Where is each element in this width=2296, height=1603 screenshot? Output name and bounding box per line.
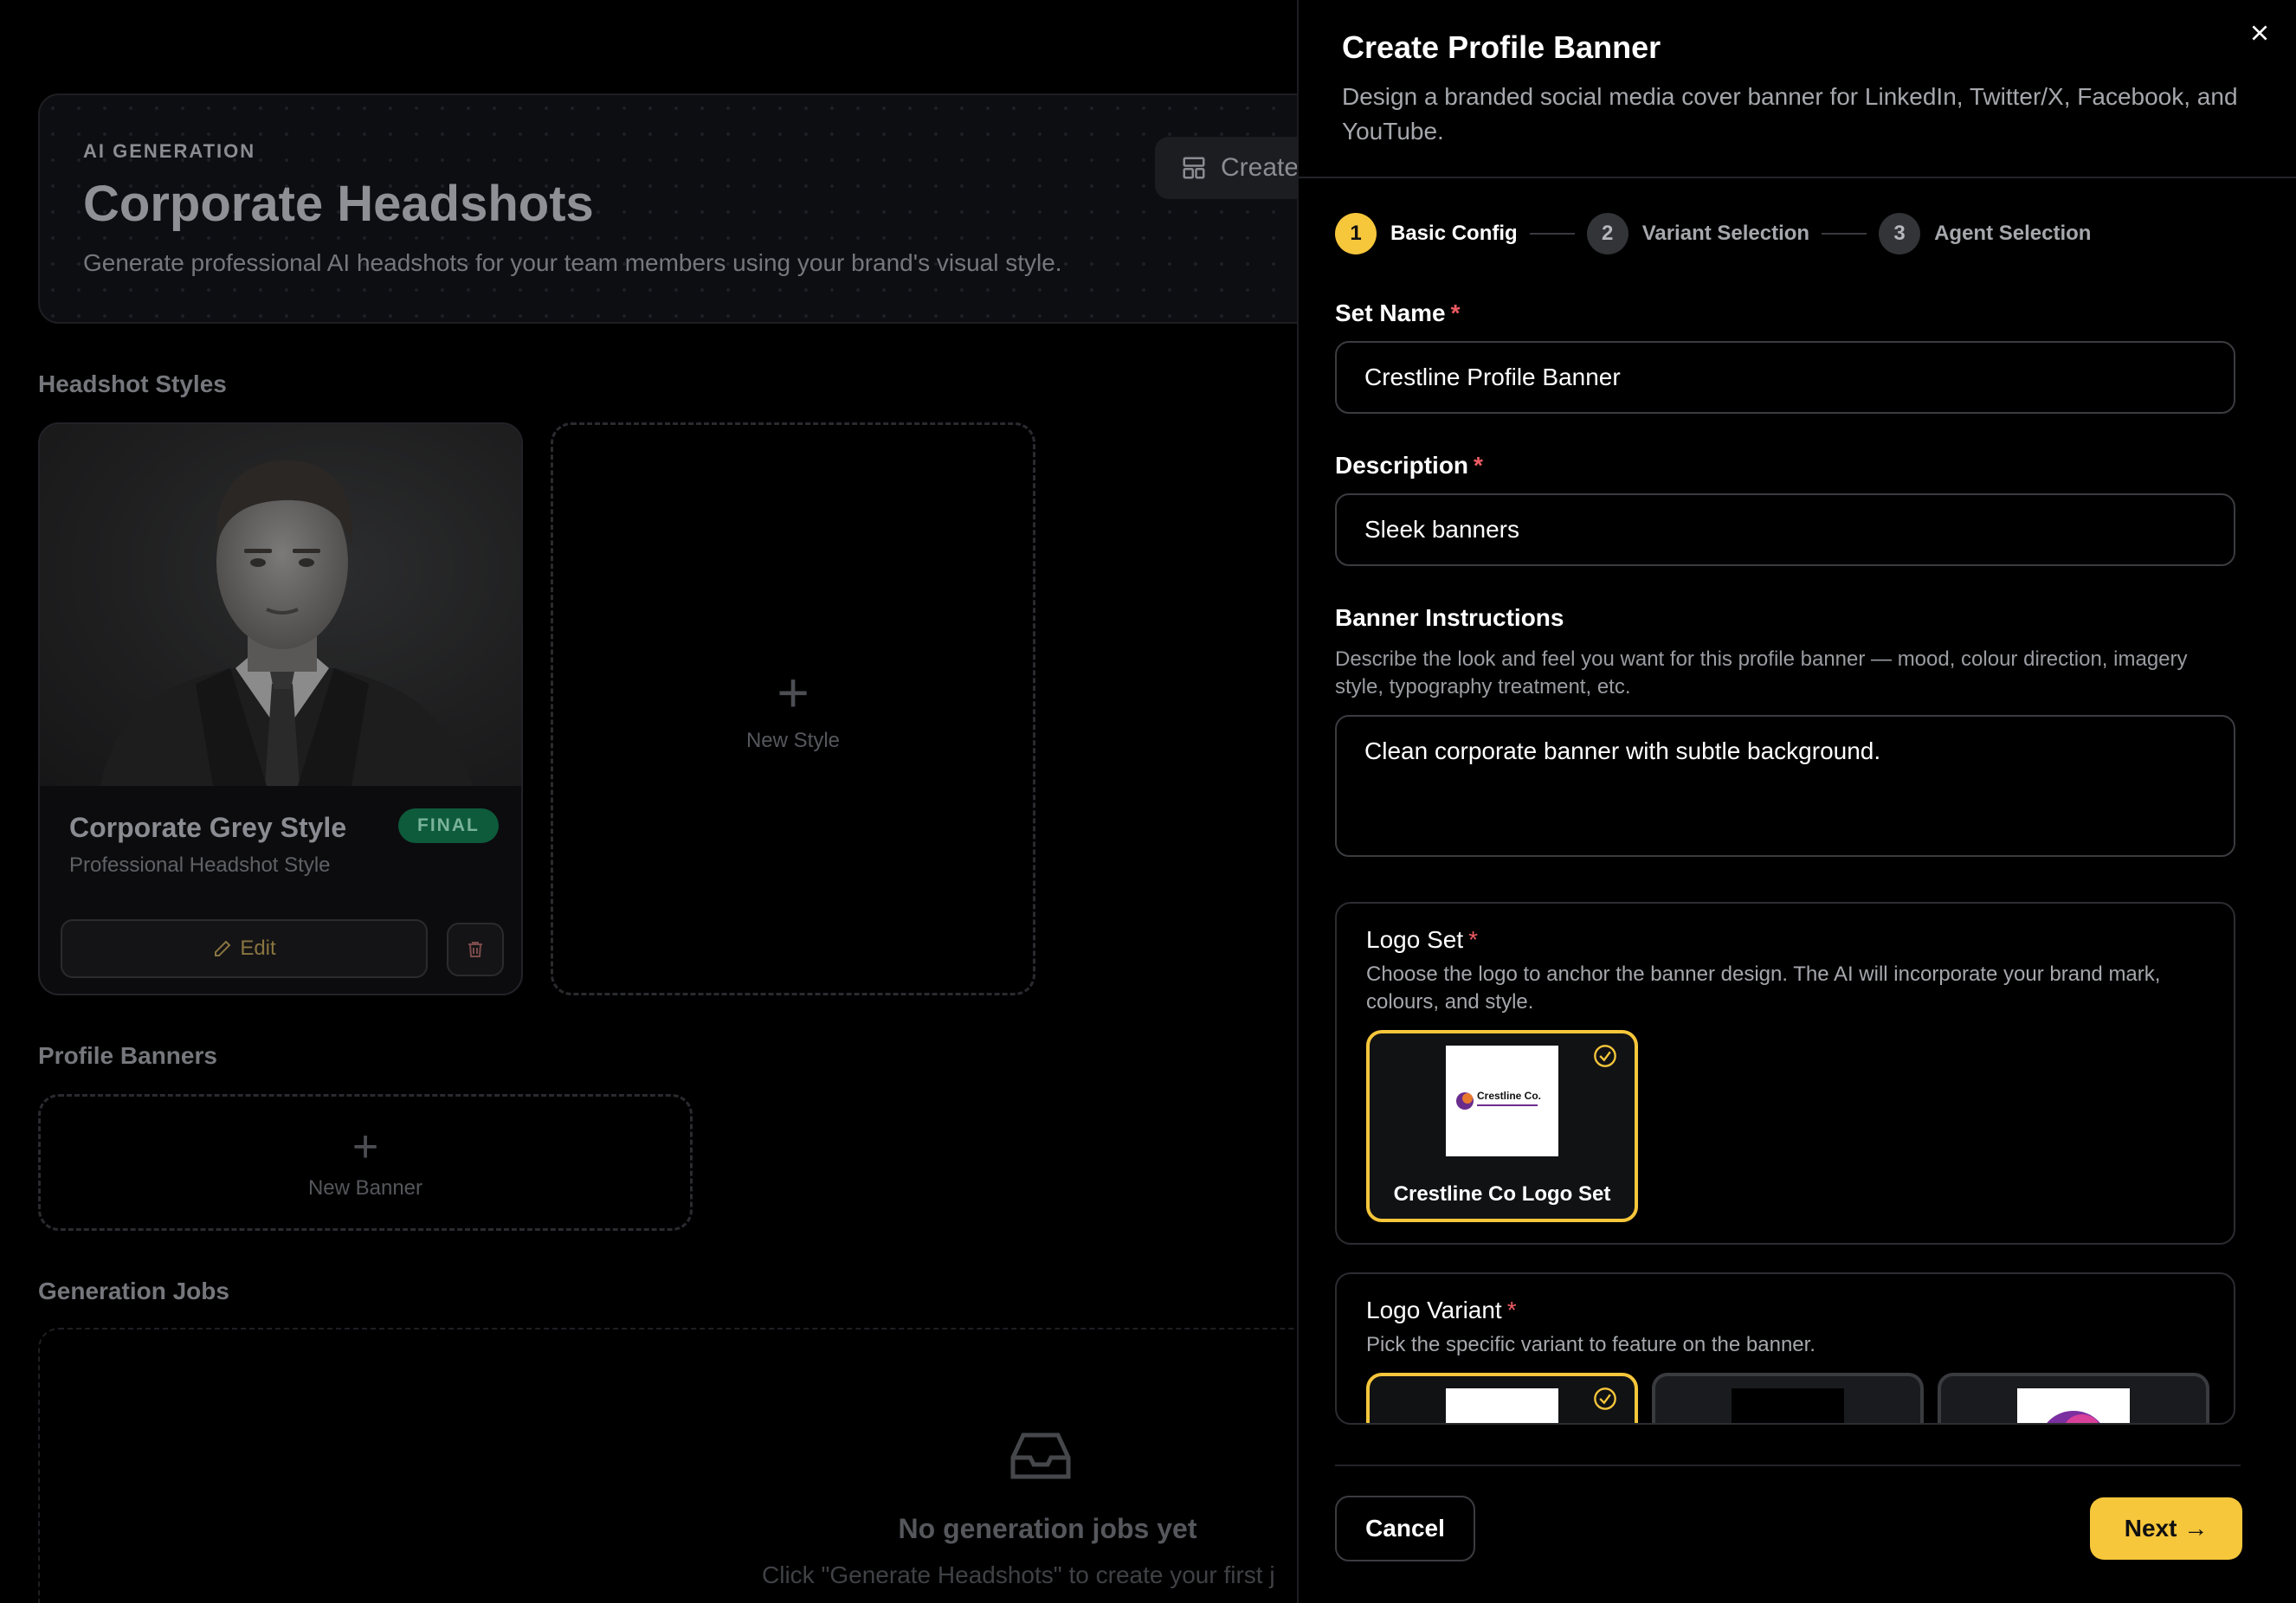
- page-title: Corporate Headshots: [83, 176, 594, 232]
- headshot-style-card[interactable]: Corporate Grey Style Professional Headsh…: [38, 422, 523, 995]
- step-number: 3: [1879, 213, 1921, 254]
- logo-set-help: Choose the logo to anchor the banner des…: [1366, 962, 2161, 1014]
- next-button[interactable]: Next →: [2090, 1497, 2242, 1560]
- logo-variant-option[interactable]: [1366, 1373, 1638, 1423]
- layout-icon: [1183, 157, 1205, 179]
- plus-icon: +: [351, 1122, 379, 1172]
- crestline-logo: Crestline Co.: [1456, 1090, 1541, 1110]
- logo-variant-label-text: Logo Variant: [1366, 1297, 1502, 1323]
- step-agent-selection[interactable]: 3 Agent Selection: [1879, 213, 2091, 254]
- section-title-profile-banners: Profile Banners: [38, 1042, 217, 1069]
- hero-banner: AI GENERATION Corporate Headshots Genera…: [38, 93, 1406, 324]
- headshot-illustration: [100, 460, 473, 786]
- style-name: Corporate Grey Style: [69, 812, 347, 843]
- divider: [1299, 177, 2296, 178]
- description-input[interactable]: [1335, 493, 2235, 566]
- empty-state-subtitle: Click "Generate Headshots" to create you…: [762, 1561, 1275, 1588]
- hero-eyebrow: AI GENERATION: [83, 140, 256, 162]
- variant-logo-mark: [2047, 1411, 2100, 1423]
- cancel-button[interactable]: Cancel: [1335, 1496, 1475, 1561]
- variant-thumbnail-black: [1732, 1388, 1844, 1423]
- drawer-title: Create Profile Banner: [1342, 29, 1661, 65]
- set-name-label-text: Set Name: [1335, 299, 1446, 326]
- footer-divider: [1335, 1465, 2241, 1466]
- step-connector: [1529, 233, 1575, 235]
- edit-style-button[interactable]: Edit: [61, 919, 428, 978]
- new-style-button[interactable]: + New Style: [551, 422, 1035, 995]
- logo-set-panel: Logo Set * Choose the logo to anchor the …: [1335, 902, 2235, 1245]
- logo-set-label-text: Logo Set: [1366, 926, 1464, 953]
- logo-thumbnail: Crestline Co.: [1446, 1046, 1558, 1156]
- step-number: 1: [1335, 213, 1377, 254]
- create-profile-banner-drawer: Create Profile Banner Design a branded s…: [1297, 0, 2296, 1603]
- logo-variant-option[interactable]: [1938, 1373, 2209, 1423]
- page-subtitle: Generate professional AI headshots for y…: [83, 249, 1062, 276]
- logo-variant-label: Logo Variant *: [1366, 1297, 1517, 1324]
- step-basic-config[interactable]: 1 Basic Config: [1335, 213, 1518, 254]
- style-subtitle: Professional Headshot Style: [69, 853, 331, 877]
- required-marker: *: [1450, 299, 1461, 326]
- banner-instructions-help: Describe the look and feel you want for …: [1335, 647, 2188, 698]
- check-circle-icon: [1594, 1387, 1616, 1410]
- step-label: Variant Selection: [1641, 222, 1810, 245]
- new-banner-button[interactable]: + New Banner: [38, 1094, 693, 1231]
- required-marker: *: [1506, 1297, 1517, 1323]
- required-marker: *: [1468, 926, 1479, 953]
- variant-thumbnail-white: [1446, 1388, 1558, 1423]
- pencil-icon: [215, 940, 231, 956]
- close-icon: [2252, 25, 2267, 41]
- edit-button-label: Edit: [240, 937, 276, 960]
- logo-set-label: Logo Set *: [1366, 926, 1478, 954]
- banner-instructions-textarea[interactable]: Clean corporate banner with subtle backg…: [1335, 715, 2235, 857]
- step-number: 2: [1586, 213, 1628, 254]
- section-title-generation-jobs: Generation Jobs: [38, 1278, 229, 1304]
- description-label-text: Description: [1335, 452, 1469, 479]
- drawer-description: Design a branded social media cover bann…: [1342, 83, 2238, 145]
- variant-thumbnail-color: [2017, 1388, 2130, 1423]
- check-circle-icon: [1594, 1045, 1616, 1067]
- status-badge: FINAL: [398, 808, 499, 843]
- section-title-headshot-styles: Headshot Styles: [38, 370, 227, 397]
- required-marker: *: [1474, 452, 1483, 479]
- logo-set-option-label: Crestline Co Logo Set: [1393, 1182, 1611, 1206]
- close-button[interactable]: [2242, 16, 2277, 50]
- headshot-photo: [40, 424, 521, 786]
- logo-variant-panel: Logo Variant * Pick the specific variant …: [1335, 1272, 2235, 1425]
- step-label: Basic Config: [1390, 222, 1518, 245]
- banner-instructions-label: Banner Instructions: [1335, 604, 1564, 631]
- set-name-input[interactable]: [1335, 341, 2235, 414]
- new-style-label: New Style: [745, 729, 841, 752]
- inbox-icon: [1010, 1432, 1071, 1479]
- create-button-label: Create: [1221, 153, 1300, 182]
- step-label: Agent Selection: [1934, 222, 2092, 245]
- step-connector: [1822, 233, 1867, 235]
- stepper: 1 Basic Config 2 Variant Selection 3 Age…: [1335, 213, 2091, 254]
- trash-icon: [468, 942, 482, 957]
- delete-style-button[interactable]: [447, 923, 504, 976]
- description-label: Description *: [1335, 452, 1483, 480]
- logo-set-option[interactable]: Crestline Co. Crestline Co Logo Set: [1366, 1030, 1638, 1222]
- new-banner-label: New Banner: [307, 1176, 423, 1200]
- set-name-label: Set Name *: [1335, 299, 1461, 327]
- step-variant-selection[interactable]: 2 Variant Selection: [1586, 213, 1810, 254]
- empty-state-title: No generation jobs yet: [898, 1513, 1197, 1544]
- logo-variant-help: Pick the specific variant to feature on …: [1366, 1333, 1816, 1356]
- logo-wordmark: Crestline Co.: [1477, 1090, 1541, 1102]
- logo-variant-option[interactable]: [1652, 1373, 1924, 1423]
- plus-icon: +: [777, 661, 809, 724]
